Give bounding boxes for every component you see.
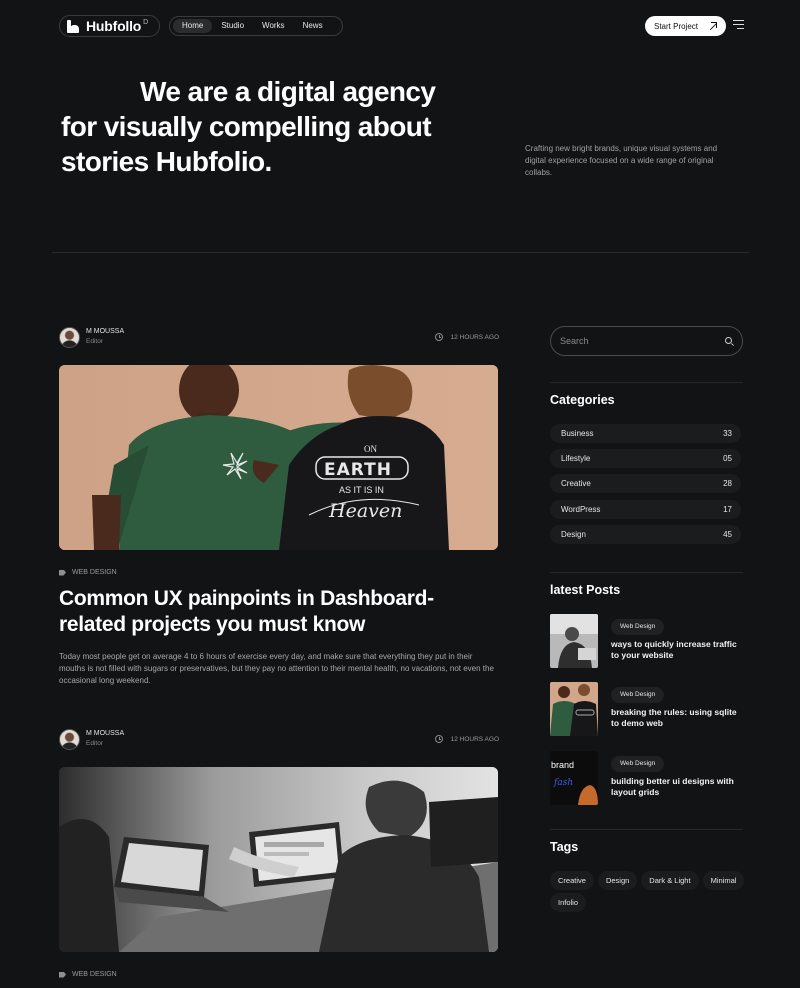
post-image-illustration: ON EARTH AS IT IS IN Heaven bbox=[59, 365, 498, 550]
category-name: Creative bbox=[561, 479, 591, 488]
post-title[interactable]: Common UX painpoints in Dashboard-relate… bbox=[59, 586, 489, 638]
tag-chip[interactable]: Infolio bbox=[550, 893, 587, 912]
tag-icon bbox=[59, 971, 66, 978]
tag-chip[interactable]: Minimal bbox=[702, 871, 745, 890]
post-author[interactable]: M MOUSSA Editor bbox=[59, 728, 499, 750]
sidebar-divider bbox=[550, 829, 743, 830]
clock-icon bbox=[434, 333, 443, 341]
hero-description: Crafting new bright brands, unique visua… bbox=[525, 144, 718, 177]
latest-posts-heading: latest Posts bbox=[550, 583, 621, 597]
category-count: 45 bbox=[723, 530, 732, 539]
latest-post-item[interactable]: brand fash Web Design building better ui… bbox=[550, 751, 745, 805]
latest-post-tag[interactable]: Web Design bbox=[611, 619, 665, 635]
hero-title: We are a digital agency for visually com… bbox=[61, 74, 481, 179]
thumbnail-text-fash: fash bbox=[553, 778, 573, 788]
post-author[interactable]: M MOUSSA Editor bbox=[59, 326, 499, 348]
post-time: 12 HOURS AGO bbox=[434, 333, 499, 341]
search-box bbox=[550, 326, 743, 356]
hero-title-line-2: for visually compelling about bbox=[61, 111, 432, 142]
category-item[interactable]: Design 45 bbox=[550, 525, 741, 544]
tag-cloud: Creative Design Dark & Light Minimal Inf… bbox=[550, 871, 750, 912]
logo-superscript: D bbox=[143, 18, 149, 26]
post-category-label: WEB DESIGN bbox=[72, 971, 117, 978]
category-count: 33 bbox=[723, 429, 732, 438]
tag-icon bbox=[59, 569, 66, 576]
post-excerpt: Today most people get on average 4 to 6 … bbox=[59, 652, 494, 685]
latest-post-item[interactable]: Web Design ways to quickly increase traf… bbox=[550, 614, 745, 668]
post-time: 12 HOURS AGO bbox=[434, 735, 499, 743]
post-category-label: WEB DESIGN bbox=[72, 569, 117, 576]
category-item[interactable]: Creative 28 bbox=[550, 474, 741, 493]
nav-home[interactable]: Home bbox=[173, 19, 213, 33]
category-item[interactable]: WordPress 17 bbox=[550, 500, 741, 519]
image-text-as-it-is-in: AS IT IS IN bbox=[339, 485, 384, 495]
avatar bbox=[59, 326, 80, 348]
sidebar-divider bbox=[550, 572, 743, 573]
post-image-illustration bbox=[59, 767, 498, 952]
latest-post-item[interactable]: Web Design breaking the rules: using sql… bbox=[550, 682, 745, 736]
category-name: WordPress bbox=[561, 505, 601, 514]
logo[interactable]: Hubfollo D bbox=[59, 15, 160, 37]
latest-post-title[interactable]: ways to quickly increase traffic to your… bbox=[611, 639, 746, 661]
category-name: Business bbox=[561, 429, 594, 438]
search-input[interactable] bbox=[560, 336, 710, 346]
search-icon[interactable] bbox=[725, 337, 732, 344]
start-project-button[interactable]: Start Project bbox=[645, 16, 726, 36]
categories-heading: Categories bbox=[550, 393, 615, 407]
post-category[interactable]: WEB DESIGN bbox=[59, 569, 117, 576]
category-item[interactable]: Business 33 bbox=[550, 424, 741, 443]
latest-post-title[interactable]: breaking the rules: using sqlite to demo… bbox=[611, 707, 746, 729]
author-role: Editor bbox=[86, 338, 103, 345]
latest-post-tag[interactable]: Web Design bbox=[611, 756, 665, 772]
latest-post-thumbnail bbox=[550, 682, 598, 736]
author-name: M MOUSSA bbox=[86, 328, 125, 335]
tag-chip[interactable]: Dark & Light bbox=[641, 871, 699, 890]
category-count: 17 bbox=[723, 505, 732, 514]
clock-icon bbox=[434, 735, 443, 743]
post-time-text: 12 HOURS AGO bbox=[450, 735, 499, 743]
latest-post-tag[interactable]: Web Design bbox=[611, 687, 665, 703]
hero-divider bbox=[52, 252, 749, 253]
hero-title-line-3: stories Hubfolio. bbox=[61, 146, 272, 177]
tag-chip[interactable]: Design bbox=[597, 871, 638, 890]
category-count: 05 bbox=[723, 454, 732, 463]
nav-studio[interactable]: Studio bbox=[212, 19, 253, 33]
category-count: 28 bbox=[723, 479, 732, 488]
sidebar-divider bbox=[550, 382, 743, 383]
author-role: Editor bbox=[86, 740, 103, 747]
image-text-on: ON bbox=[364, 444, 377, 454]
latest-post-title[interactable]: building better ui designs with layout g… bbox=[611, 776, 746, 798]
latest-post-thumbnail bbox=[550, 614, 598, 668]
hero-title-line-1: We are a digital agency bbox=[140, 76, 436, 107]
logo-text: Hubfollo bbox=[86, 18, 142, 34]
nav-news[interactable]: News bbox=[294, 19, 332, 33]
avatar bbox=[59, 728, 80, 750]
post-category[interactable]: WEB DESIGN bbox=[59, 971, 117, 978]
post-time-text: 12 HOURS AGO bbox=[450, 333, 499, 341]
logo-mark-icon bbox=[67, 19, 80, 33]
category-name: Design bbox=[561, 530, 586, 539]
nav-works[interactable]: Works bbox=[253, 19, 294, 33]
tag-chip[interactable]: Creative bbox=[550, 871, 594, 890]
author-name: M MOUSSA bbox=[86, 730, 125, 737]
arrow-up-right-icon bbox=[708, 21, 717, 31]
tags-heading: Tags bbox=[550, 840, 579, 854]
category-name: Lifestyle bbox=[561, 454, 591, 463]
main-nav: Home Studio Works News bbox=[169, 16, 343, 36]
hamburger-menu-icon[interactable] bbox=[733, 20, 744, 30]
post-image[interactable] bbox=[59, 767, 498, 952]
image-text-earth: EARTH bbox=[324, 460, 392, 480]
start-project-label: Start Project bbox=[653, 21, 698, 31]
blog-post: M MOUSSA Editor 12 HOURS AGO bbox=[59, 728, 499, 978]
thumbnail-text-brand: brand bbox=[551, 760, 574, 770]
post-image[interactable]: ON EARTH AS IT IS IN Heaven bbox=[59, 365, 498, 550]
category-item[interactable]: Lifestyle 05 bbox=[550, 449, 741, 468]
latest-post-thumbnail: brand fash bbox=[550, 751, 598, 805]
blog-post: M MOUSSA Editor 12 HOURS AGO bbox=[59, 326, 499, 685]
